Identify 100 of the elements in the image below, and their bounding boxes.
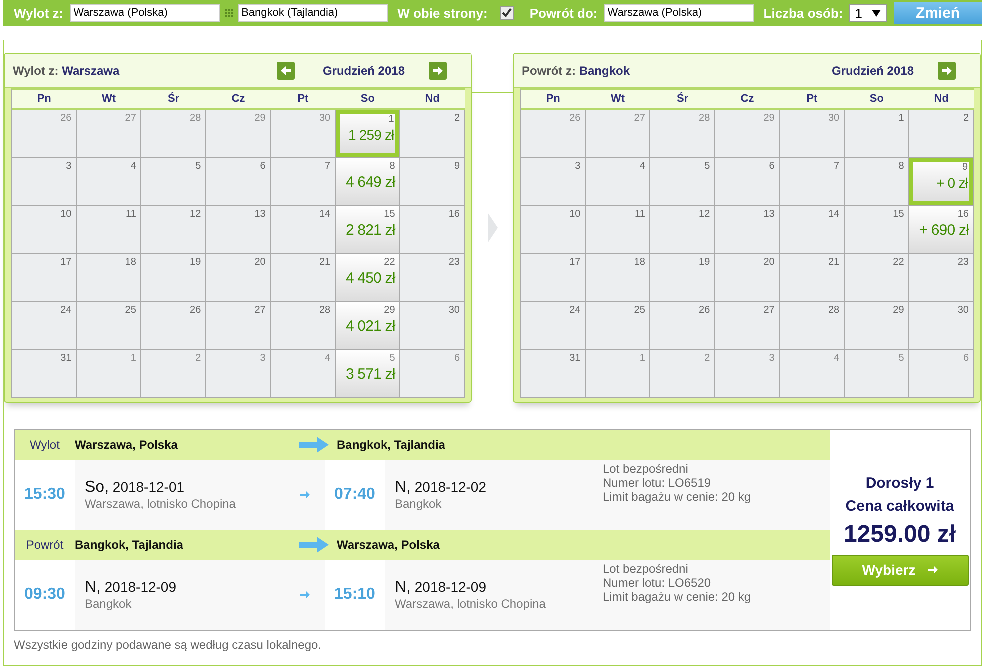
day-number: 2: [963, 113, 969, 124]
day-cell[interactable]: 17: [12, 254, 77, 302]
passengers-select[interactable]: 1: [849, 4, 888, 22]
day-cell[interactable]: 1: [76, 350, 142, 398]
day-cell[interactable]: 11: [76, 206, 142, 254]
day-cell[interactable]: 20: [206, 254, 271, 302]
day-cell[interactable]: 23: [400, 254, 465, 302]
day-cell[interactable]: 1: [586, 350, 650, 398]
day-cell[interactable]: 28: [270, 302, 336, 350]
day-cell[interactable]: 20: [715, 254, 780, 302]
day-cell[interactable]: 4: [76, 158, 142, 206]
weekday-header: Pt: [270, 90, 336, 110]
day-cell[interactable]: 9 + 0 zł: [909, 158, 974, 206]
day-cell[interactable]: 2: [141, 350, 206, 398]
day-cell[interactable]: 16 + 690 zł: [909, 206, 974, 254]
day-cell[interactable]: 31: [12, 350, 77, 398]
day-cell[interactable]: 7: [780, 158, 845, 206]
day-cell[interactable]: 21: [780, 254, 845, 302]
day-cell[interactable]: 27: [206, 302, 271, 350]
day-cell[interactable]: 2: [400, 110, 465, 158]
day-cell[interactable]: 29: [844, 302, 910, 350]
day-cell[interactable]: 27: [76, 110, 142, 158]
day-cell[interactable]: 6: [715, 158, 780, 206]
day-cell[interactable]: 10: [521, 206, 586, 254]
day-cell[interactable]: 15: [844, 206, 910, 254]
day-cell[interactable]: 2: [909, 110, 974, 158]
day-cell[interactable]: 26: [12, 110, 77, 158]
day-cell[interactable]: 6: [206, 158, 271, 206]
day-cell[interactable]: 14: [270, 206, 336, 254]
day-cell[interactable]: 19: [650, 254, 716, 302]
day-cell[interactable]: 7: [270, 158, 336, 206]
day-cell[interactable]: 5: [141, 158, 206, 206]
day-cell[interactable]: 30: [270, 110, 336, 158]
weekday-header: Nd: [400, 90, 465, 110]
day-cell[interactable]: 8 4 649 zł: [336, 158, 400, 206]
day-cell[interactable]: 18: [586, 254, 650, 302]
day-cell[interactable]: 24: [12, 302, 77, 350]
return-field[interactable]: Warszawa (Polska): [604, 4, 754, 22]
day-cell[interactable]: 25: [586, 302, 650, 350]
day-cell[interactable]: 28: [141, 110, 206, 158]
arrival-date: N, 2018-12-09: [395, 579, 488, 597]
day-cell[interactable]: 29: [206, 110, 271, 158]
day-cell[interactable]: 1: [844, 110, 910, 158]
day-cell[interactable]: 29: [715, 110, 780, 158]
day-cell[interactable]: 30: [909, 302, 974, 350]
day-cell[interactable]: 28: [650, 110, 716, 158]
day-cell[interactable]: 18: [76, 254, 142, 302]
day-cell[interactable]: 13: [715, 206, 780, 254]
return-label: Powrót do:: [530, 6, 598, 20]
to-field[interactable]: Bangkok (Tajlandia): [238, 4, 388, 22]
day-cell[interactable]: 27: [715, 302, 780, 350]
day-cell[interactable]: 4: [780, 350, 845, 398]
day-cell[interactable]: 1 1 259 zł: [336, 110, 400, 158]
day-cell[interactable]: 22: [844, 254, 910, 302]
day-cell[interactable]: 25: [76, 302, 142, 350]
day-number: 13: [254, 209, 266, 220]
next-month-icon[interactable]: [938, 62, 956, 80]
day-cell[interactable]: 11: [586, 206, 650, 254]
day-cell[interactable]: 5: [844, 350, 910, 398]
day-cell[interactable]: 21: [270, 254, 336, 302]
next-month-icon[interactable]: [429, 62, 447, 80]
day-cell[interactable]: 12: [141, 206, 206, 254]
day-cell[interactable]: 16: [400, 206, 465, 254]
day-cell[interactable]: 28: [780, 302, 845, 350]
day-cell[interactable]: 22 4 450 zł: [336, 254, 400, 302]
day-cell[interactable]: 15 2 821 zł: [336, 206, 400, 254]
day-cell[interactable]: 17: [521, 254, 586, 302]
day-cell[interactable]: 5: [650, 158, 716, 206]
day-cell[interactable]: 12: [650, 206, 716, 254]
day-cell[interactable]: 13: [206, 206, 271, 254]
day-cell[interactable]: 30: [400, 302, 465, 350]
day-cell[interactable]: 26: [521, 110, 586, 158]
footnote: Wszystkie godziny podawane są według czasu lokalnego.: [13, 637, 323, 654]
day-cell[interactable]: 26: [141, 302, 206, 350]
arrow-icon: [928, 566, 938, 574]
day-cell[interactable]: 6: [400, 350, 465, 398]
day-cell[interactable]: 24: [521, 302, 586, 350]
day-cell[interactable]: 2: [650, 350, 716, 398]
day-cell[interactable]: 23: [909, 254, 974, 302]
day-cell[interactable]: 19: [141, 254, 206, 302]
day-cell[interactable]: 8: [844, 158, 910, 206]
day-cell[interactable]: 5 3 571 zł: [336, 350, 400, 398]
day-cell[interactable]: 29 4 021 zł: [336, 302, 400, 350]
day-cell[interactable]: 14: [780, 206, 845, 254]
day-cell[interactable]: 26: [650, 302, 716, 350]
day-cell[interactable]: 4: [586, 158, 650, 206]
day-cell[interactable]: 9: [400, 158, 465, 206]
day-cell[interactable]: 3: [206, 350, 271, 398]
day-cell[interactable]: 30: [780, 110, 845, 158]
day-cell[interactable]: 3: [521, 158, 586, 206]
round-trip-checkbox[interactable]: [500, 6, 514, 20]
day-cell[interactable]: 27: [586, 110, 650, 158]
day-cell[interactable]: 4: [270, 350, 336, 398]
day-cell[interactable]: 31: [521, 350, 586, 398]
day-cell[interactable]: 3: [715, 350, 780, 398]
from-field[interactable]: Warszawa (Polska): [70, 4, 220, 22]
day-cell[interactable]: 6: [909, 350, 974, 398]
day-cell[interactable]: 10: [12, 206, 77, 254]
day-cell[interactable]: 3: [12, 158, 77, 206]
previous-month-icon[interactable]: [276, 62, 295, 80]
